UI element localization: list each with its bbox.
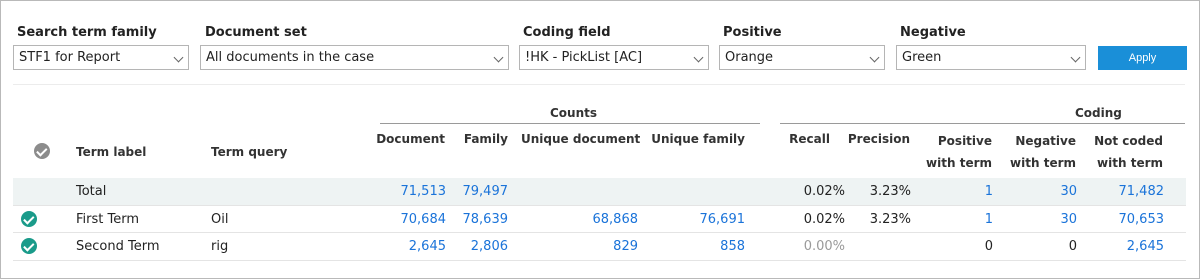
col-document[interactable]: Document bbox=[369, 132, 445, 146]
col-family[interactable]: Family bbox=[447, 132, 508, 146]
col-notcoded-line2: with term bbox=[1097, 156, 1163, 170]
row-precision: 3.23% bbox=[869, 184, 911, 199]
row-not-coded[interactable]: 71,482 bbox=[1086, 178, 1165, 205]
row-negative[interactable]: 30 bbox=[1001, 206, 1077, 233]
table-row: First Term Oil 70,684 78,639 68,868 76,6… bbox=[13, 206, 1186, 233]
col-notcoded-line1: Not coded bbox=[1094, 134, 1163, 148]
col-positive-with-term[interactable]: Positive with term bbox=[921, 134, 992, 170]
document-set-value: All documents in the case bbox=[206, 50, 375, 65]
row-precision: 3.23% bbox=[869, 212, 911, 227]
positive-value: Orange bbox=[725, 50, 774, 65]
col-unique-document[interactable]: Unique document bbox=[521, 132, 640, 146]
results-table: Counts Coding Term label Term query Docu… bbox=[1, 85, 1200, 280]
negative-value: Green bbox=[902, 50, 942, 65]
row-document[interactable]: 71,513 bbox=[369, 178, 447, 205]
row-negative: 0 bbox=[1068, 239, 1077, 254]
chevron-down-icon bbox=[864, 46, 884, 69]
negative-label: Negative bbox=[900, 25, 966, 40]
col-negative-with-term[interactable]: Negative with term bbox=[1001, 134, 1076, 170]
positive-select[interactable]: Orange bbox=[719, 45, 885, 70]
select-all-check-icon[interactable] bbox=[34, 143, 50, 159]
table-row: Second Term rig 2,645 2,806 829 858 0.00… bbox=[13, 233, 1186, 260]
row-positive[interactable]: 1 bbox=[921, 178, 993, 205]
row-query: rig bbox=[211, 239, 229, 254]
chevron-down-icon bbox=[488, 46, 508, 69]
apply-button[interactable]: Apply bbox=[1098, 46, 1187, 70]
chevron-down-icon bbox=[1065, 46, 1085, 69]
chevron-down-icon bbox=[688, 46, 708, 69]
row-unique-family[interactable]: 858 bbox=[651, 233, 745, 260]
filter-bar: Search term family STF1 for Report Docum… bbox=[1, 1, 1200, 85]
document-set-select[interactable]: All documents in the case bbox=[200, 45, 509, 70]
row-unique-document[interactable] bbox=[521, 178, 638, 205]
check-icon[interactable] bbox=[21, 238, 37, 254]
row-recall: 0.00% bbox=[803, 239, 845, 254]
coding-field-label: Coding field bbox=[523, 25, 611, 40]
positive-label: Positive bbox=[723, 25, 782, 40]
row-recall: 0.02% bbox=[803, 212, 845, 227]
check-icon[interactable] bbox=[21, 211, 37, 227]
search-term-family-label: Search term family bbox=[17, 25, 157, 40]
col-negative-line2: with term bbox=[1010, 156, 1076, 170]
col-unique-family[interactable]: Unique family bbox=[651, 132, 745, 146]
col-positive-line2: with term bbox=[926, 156, 992, 170]
col-negative-line1: Negative bbox=[1015, 134, 1076, 148]
coding-field-select[interactable]: !HK - PickList [AC] bbox=[519, 45, 709, 70]
row-unique-family[interactable] bbox=[651, 178, 745, 205]
counts-group-line bbox=[380, 123, 760, 124]
search-term-family-select[interactable]: STF1 for Report bbox=[13, 45, 189, 70]
document-set-label: Document set bbox=[205, 25, 307, 40]
row-unique-family[interactable]: 76,691 bbox=[651, 206, 746, 233]
coding-field-value: !HK - PickList [AC] bbox=[525, 50, 643, 65]
row-family[interactable]: 2,806 bbox=[447, 233, 508, 260]
negative-select[interactable]: Green bbox=[896, 45, 1086, 70]
chevron-down-icon bbox=[168, 46, 188, 69]
row-positive: 0 bbox=[984, 239, 993, 254]
col-recall[interactable]: Recall bbox=[773, 132, 830, 146]
row-label: Second Term bbox=[76, 239, 160, 254]
col-not-coded-with-term[interactable]: Not coded with term bbox=[1086, 134, 1163, 170]
col-term-label[interactable]: Term label bbox=[76, 145, 146, 159]
col-positive-line1: Positive bbox=[937, 134, 992, 148]
col-precision[interactable]: Precision bbox=[839, 132, 910, 146]
table-row-total: Total 71,513 79,497 0.02% 3.23% 1 30 71,… bbox=[13, 178, 1186, 205]
row-positive[interactable]: 1 bbox=[921, 206, 993, 233]
row-not-coded[interactable]: 2,645 bbox=[1086, 233, 1164, 260]
row-unique-document[interactable]: 68,868 bbox=[521, 206, 639, 233]
counts-group-header: Counts bbox=[550, 106, 598, 120]
row-recall: 0.02% bbox=[803, 184, 845, 199]
row-document[interactable]: 70,684 bbox=[369, 206, 447, 233]
coding-group-line bbox=[780, 123, 1185, 124]
search-term-report-panel: Search term family STF1 for Report Docum… bbox=[0, 0, 1200, 279]
row-document[interactable]: 2,645 bbox=[369, 233, 446, 260]
row-unique-document[interactable]: 829 bbox=[521, 233, 638, 260]
search-term-family-value: STF1 for Report bbox=[19, 50, 121, 65]
row-negative[interactable]: 30 bbox=[1001, 178, 1077, 205]
coding-group-header: Coding bbox=[1075, 106, 1122, 120]
col-term-query[interactable]: Term query bbox=[211, 145, 287, 159]
row-label: First Term bbox=[76, 212, 140, 227]
row-divider bbox=[13, 260, 1186, 261]
row-family[interactable]: 79,497 bbox=[447, 178, 509, 205]
row-precision bbox=[839, 233, 911, 260]
row-query: Oil bbox=[211, 212, 229, 227]
row-label: Total bbox=[76, 184, 107, 199]
row-family[interactable]: 78,639 bbox=[447, 206, 509, 233]
row-not-coded[interactable]: 70,653 bbox=[1086, 206, 1165, 233]
